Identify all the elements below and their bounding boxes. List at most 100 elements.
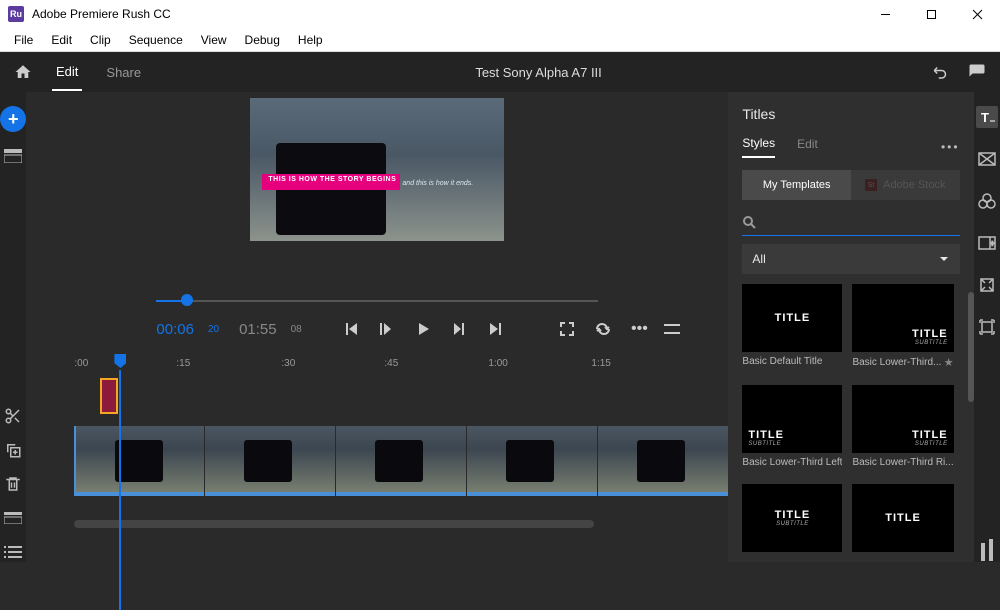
template-card[interactable]: TITLESUBTITLEBasic Lower-Third Left: [742, 385, 842, 474]
video-track[interactable]: [26, 426, 728, 508]
undo-icon[interactable]: [932, 63, 950, 81]
close-button[interactable]: [954, 0, 1000, 28]
template-thumb-title: TITLE: [748, 429, 784, 441]
skip-start-icon[interactable]: [340, 321, 362, 337]
video-clip[interactable]: [598, 426, 728, 496]
time-current: 00:06: [156, 321, 194, 338]
tab-share[interactable]: Share: [102, 55, 145, 90]
audio-icon[interactable]: [976, 274, 998, 296]
comment-icon[interactable]: [968, 63, 986, 81]
tab-edit-title[interactable]: Edit: [797, 137, 818, 157]
playhead-line: [119, 370, 121, 610]
adobe-stock-tab[interactable]: StAdobe Stock: [851, 170, 960, 200]
svg-text:+: +: [990, 239, 995, 248]
fullscreen-icon[interactable]: [556, 321, 578, 337]
transform-icon[interactable]: [976, 316, 998, 338]
template-card[interactable]: TITLESUBTITLE Basic Lower-Third Ri...: [852, 385, 953, 474]
preview-area: THIS IS HOW THE STORY BEGINS and this is…: [26, 92, 728, 292]
timeline-menu-icon[interactable]: [664, 323, 680, 335]
center-panel: THIS IS HOW THE STORY BEGINS and this is…: [26, 92, 728, 562]
svg-text:T: T: [981, 110, 989, 125]
template-thumbnail[interactable]: TITLESUBTITLE: [742, 385, 842, 453]
home-icon[interactable]: [14, 63, 32, 81]
delete-icon[interactable]: [3, 474, 23, 494]
template-search[interactable]: [742, 208, 959, 236]
filter-dropdown[interactable]: All: [742, 244, 959, 274]
lower-third-subtitle: and this is how it ends.: [402, 180, 473, 187]
template-thumbnail[interactable]: TITLESUBTITLE: [742, 484, 842, 552]
ruler-tick: :30: [281, 358, 295, 369]
menu-file[interactable]: File: [6, 31, 41, 49]
preview-scrubber[interactable]: [156, 292, 598, 310]
my-templates-tab[interactable]: My Templates: [742, 170, 851, 200]
video-clip[interactable]: [205, 426, 335, 496]
window-titlebar: Ru Adobe Premiere Rush CC: [0, 0, 1000, 28]
timeline-ruler[interactable]: :00 :15 :30 :45 1:00 1:15: [26, 352, 728, 378]
template-thumbnail[interactable]: TITLE: [852, 484, 953, 552]
menu-sequence[interactable]: Sequence: [121, 31, 191, 49]
add-media-button[interactable]: +: [0, 106, 26, 132]
template-thumbnail[interactable]: TITLE: [742, 284, 842, 352]
favorite-star-icon[interactable]: ★: [944, 356, 954, 369]
template-thumb-subtitle: SUBTITLE: [776, 521, 809, 527]
duplicate-icon[interactable]: [3, 440, 23, 460]
topbar: Edit Share Test Sony Alpha A7 III: [0, 52, 1000, 92]
play-icon[interactable]: [412, 320, 434, 338]
search-input[interactable]: [762, 215, 959, 229]
menu-help[interactable]: Help: [290, 31, 331, 49]
menu-view[interactable]: View: [193, 31, 235, 49]
maximize-button[interactable]: [908, 0, 954, 28]
template-card[interactable]: TITLESUBTITLE: [742, 484, 842, 562]
playhead-marker[interactable]: [114, 354, 126, 368]
template-thumb-title: TITLE: [912, 328, 948, 340]
panel-more-icon[interactable]: •••: [941, 140, 960, 154]
loop-icon[interactable]: [592, 321, 614, 337]
ruler-tick: 1:00: [488, 358, 507, 369]
list-icon[interactable]: [3, 542, 23, 562]
audio-meters-icon[interactable]: [976, 540, 998, 562]
video-clip[interactable]: [74, 426, 204, 496]
scissors-icon[interactable]: [3, 406, 23, 426]
menubar: File Edit Clip Sequence View Debug Help: [0, 28, 1000, 52]
project-title: Test Sony Alpha A7 III: [145, 65, 932, 80]
step-back-icon[interactable]: [376, 321, 398, 337]
template-card[interactable]: TITLESUBTITLEBasic Lower-Third...★: [852, 284, 953, 375]
project-panel-icon[interactable]: [3, 146, 23, 166]
title-clip[interactable]: [100, 378, 118, 414]
template-thumb-title: TITLE: [885, 512, 921, 524]
chevron-down-icon: [938, 253, 950, 265]
tab-styles[interactable]: Styles: [742, 136, 775, 158]
skip-end-icon[interactable]: [484, 321, 506, 337]
menu-clip[interactable]: Clip: [82, 31, 119, 49]
scrubber-handle[interactable]: [181, 294, 193, 306]
template-card[interactable]: TITLE: [852, 484, 953, 562]
step-forward-icon[interactable]: [448, 321, 470, 337]
template-thumb-title: TITLE: [912, 429, 948, 441]
menu-debug[interactable]: Debug: [237, 31, 288, 49]
template-thumb-subtitle: SUBTITLE: [915, 441, 948, 447]
titles-tool-icon[interactable]: T: [976, 106, 998, 128]
template-card[interactable]: TITLEBasic Default Title: [742, 284, 842, 375]
transitions-icon[interactable]: [976, 148, 998, 170]
search-icon: [742, 215, 756, 229]
right-rail: T +: [974, 92, 1000, 562]
tab-edit[interactable]: Edit: [52, 54, 82, 91]
minimize-button[interactable]: [862, 0, 908, 28]
more-options-icon[interactable]: •••: [628, 320, 650, 338]
template-thumbnail[interactable]: TITLESUBTITLE: [852, 385, 953, 453]
video-clip[interactable]: [467, 426, 597, 496]
speed-icon[interactable]: +: [976, 232, 998, 254]
template-thumbnail[interactable]: TITLESUBTITLE: [852, 284, 953, 352]
panel-scrollbar[interactable]: [968, 292, 974, 402]
timeline-scrollbar[interactable]: [74, 520, 594, 528]
panel-heading: Titles: [742, 106, 959, 122]
template-label: Basic Lower-Third Ri...: [852, 457, 953, 468]
menu-edit[interactable]: Edit: [43, 31, 80, 49]
track-view-icon[interactable]: [3, 508, 23, 528]
video-clip[interactable]: [336, 426, 466, 496]
preview-viewport[interactable]: THIS IS HOW THE STORY BEGINS and this is…: [250, 98, 504, 241]
color-icon[interactable]: [976, 190, 998, 212]
title-track[interactable]: [26, 378, 728, 420]
ruler-tick: :00: [74, 358, 88, 369]
templates-grid: TITLEBasic Default TitleTITLESUBTITLEBas…: [742, 284, 959, 562]
